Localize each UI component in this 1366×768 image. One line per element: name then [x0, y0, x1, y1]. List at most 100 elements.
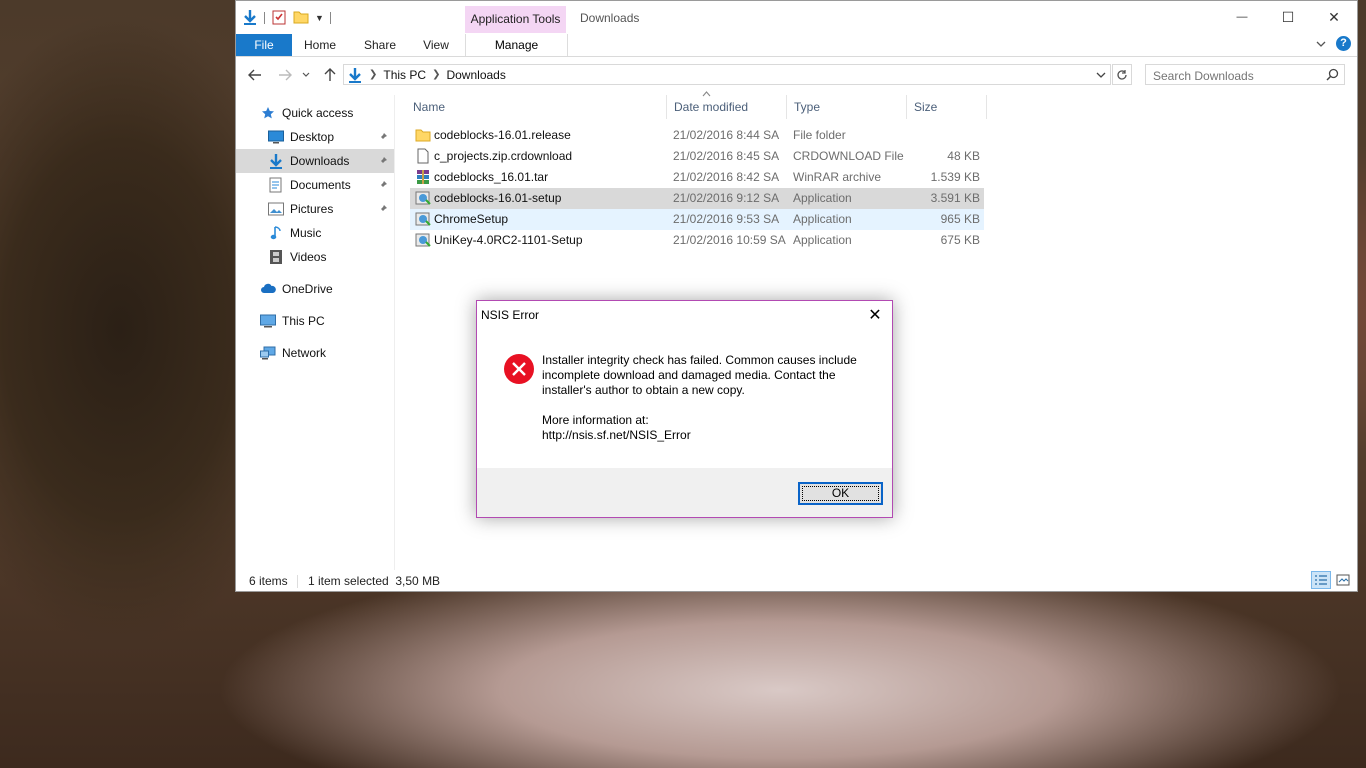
up-arrow-icon[interactable] [319, 63, 341, 87]
file-name: codeblocks-16.01.release [434, 128, 571, 142]
file-row-selected[interactable]: codeblocks-16.01-setup 21/02/2016 9:12 S… [410, 188, 984, 209]
column-header-size[interactable]: Size [907, 95, 987, 119]
status-bar: 6 items 1 item selected 3,50 MB [236, 570, 1357, 592]
file-type: WinRAR archive [793, 170, 882, 184]
toolbar-separator [329, 12, 331, 24]
ok-button[interactable]: OK [798, 482, 883, 505]
more-info-label: More information at: [542, 413, 649, 427]
caption-buttons: — ☐ ✕ [1219, 1, 1357, 33]
dialog-close-button[interactable]: ✕ [864, 305, 886, 325]
pictures-icon [268, 201, 284, 217]
recent-locations-chevron-icon[interactable] [298, 63, 314, 87]
pin-icon[interactable] [378, 179, 388, 193]
computer-icon [260, 313, 276, 329]
dialog-message: Installer integrity check has failed. Co… [542, 353, 872, 443]
column-header-name[interactable]: Name [406, 95, 667, 119]
address-dropdown-chevron-icon[interactable] [1096, 71, 1106, 79]
nav-item-label: Documents [290, 178, 351, 192]
column-header-date-modified[interactable]: Date modified [667, 95, 787, 119]
nav-item-music[interactable]: Music [236, 221, 394, 245]
file-date: 21/02/2016 9:12 SA [673, 191, 780, 205]
nav-item-quick-access[interactable]: Quick access [236, 101, 394, 125]
ribbon-tabs: File Home Share View Manage ? [236, 34, 1357, 57]
nav-item-this-pc[interactable]: This PC [236, 309, 394, 333]
nav-item-label: Music [290, 226, 322, 240]
refresh-button[interactable] [1112, 64, 1132, 85]
view-switcher [1311, 571, 1353, 589]
back-arrow-icon[interactable] [244, 63, 266, 87]
maximize-button[interactable]: ☐ [1265, 1, 1311, 33]
details-view-icon[interactable] [1311, 571, 1331, 589]
folder-icon [415, 127, 431, 143]
file-row[interactable]: codeblocks-16.01.release 21/02/2016 8:44… [410, 125, 984, 146]
forward-arrow-icon[interactable] [274, 63, 296, 87]
breadcrumb-downloads[interactable]: Downloads [446, 68, 505, 82]
blank-file-icon [415, 148, 431, 164]
search-box[interactable] [1145, 64, 1345, 86]
help-icon[interactable]: ? [1336, 36, 1351, 51]
file-type: Application [793, 212, 852, 226]
column-header-type[interactable]: Type [787, 95, 907, 119]
nav-item-documents[interactable]: Documents [236, 173, 394, 197]
file-size: 1.539 KB [930, 170, 980, 184]
nsis-error-dialog: NSIS Error ✕ Installer integrity check h… [476, 300, 893, 518]
download-arrow-icon [268, 153, 284, 169]
close-button[interactable]: ✕ [1311, 1, 1357, 33]
installer-icon [415, 232, 431, 248]
expand-ribbon-chevron-icon[interactable] [1316, 37, 1326, 51]
file-row[interactable]: codeblocks_16.01.tar 21/02/2016 8:42 SA … [410, 167, 984, 188]
refresh-icon [1117, 69, 1127, 80]
file-size: 3.591 KB [930, 191, 980, 205]
ribbon-controls: ? [1316, 36, 1351, 51]
breadcrumb-separator-icon[interactable]: ❯ [432, 69, 440, 80]
pin-icon[interactable] [378, 203, 388, 217]
file-row[interactable]: c_projects.zip.crdownload 21/02/2016 8:4… [410, 146, 984, 167]
dialog-footer: OK [477, 468, 892, 517]
navigation-pane: Quick access Desktop Downloads Documents… [236, 95, 395, 570]
nav-item-label: Network [282, 346, 327, 360]
search-input[interactable] [1146, 65, 1325, 86]
nav-item-network[interactable]: Network [236, 341, 394, 365]
file-size: 965 KB [940, 212, 980, 226]
file-date: 21/02/2016 8:44 SA [673, 128, 780, 142]
application-tools-context-tab: Application Tools [465, 6, 566, 33]
message-line: installer's author to obtain a new copy. [542, 383, 745, 397]
tab-view[interactable]: View [414, 34, 458, 56]
file-type: File folder [793, 128, 846, 142]
desktop-icon [268, 129, 284, 145]
file-date: 21/02/2016 8:42 SA [673, 170, 780, 184]
large-icons-view-icon[interactable] [1333, 571, 1353, 589]
tab-manage[interactable]: Manage [465, 34, 568, 56]
file-name: ChromeSetup [434, 212, 509, 226]
nav-item-desktop[interactable]: Desktop [236, 125, 394, 149]
customize-toolbar-icon[interactable]: ▼ [315, 13, 324, 23]
tab-home[interactable]: Home [298, 34, 342, 56]
nav-item-label: OneDrive [282, 282, 333, 296]
file-type: Application [793, 233, 852, 247]
search-icon[interactable] [1326, 68, 1339, 84]
pin-icon[interactable] [378, 155, 388, 169]
dialog-title: NSIS Error [481, 308, 540, 322]
pin-icon[interactable] [378, 131, 388, 145]
tab-share[interactable]: Share [358, 34, 402, 56]
item-count: 6 items [249, 574, 288, 588]
nav-item-videos[interactable]: Videos [236, 245, 394, 269]
file-row-hovered[interactable]: ChromeSetup 21/02/2016 9:53 SA Applicati… [410, 209, 984, 230]
new-folder-icon[interactable] [293, 9, 309, 28]
download-arrow-icon[interactable] [242, 9, 258, 28]
message-line: incomplete download and damaged media. C… [542, 368, 836, 382]
properties-icon[interactable] [271, 9, 287, 28]
status-separator [297, 575, 298, 588]
file-row[interactable]: UniKey-4.0RC2-1101-Setup 21/02/2016 10:5… [410, 230, 984, 251]
cloud-icon [260, 281, 276, 297]
nav-item-pictures[interactable]: Pictures [236, 197, 394, 221]
window-title: Downloads [580, 11, 640, 25]
nav-item-downloads[interactable]: Downloads [236, 149, 394, 173]
minimize-button[interactable]: — [1219, 1, 1265, 33]
file-date: 21/02/2016 8:45 SA [673, 149, 780, 163]
breadcrumb-separator-icon[interactable]: ❯ [369, 69, 377, 80]
breadcrumb-this-pc[interactable]: This PC [383, 68, 426, 82]
tab-file[interactable]: File [236, 34, 292, 56]
nav-item-onedrive[interactable]: OneDrive [236, 277, 394, 301]
address-bar[interactable]: ❯ This PC ❯ Downloads [343, 64, 1111, 85]
